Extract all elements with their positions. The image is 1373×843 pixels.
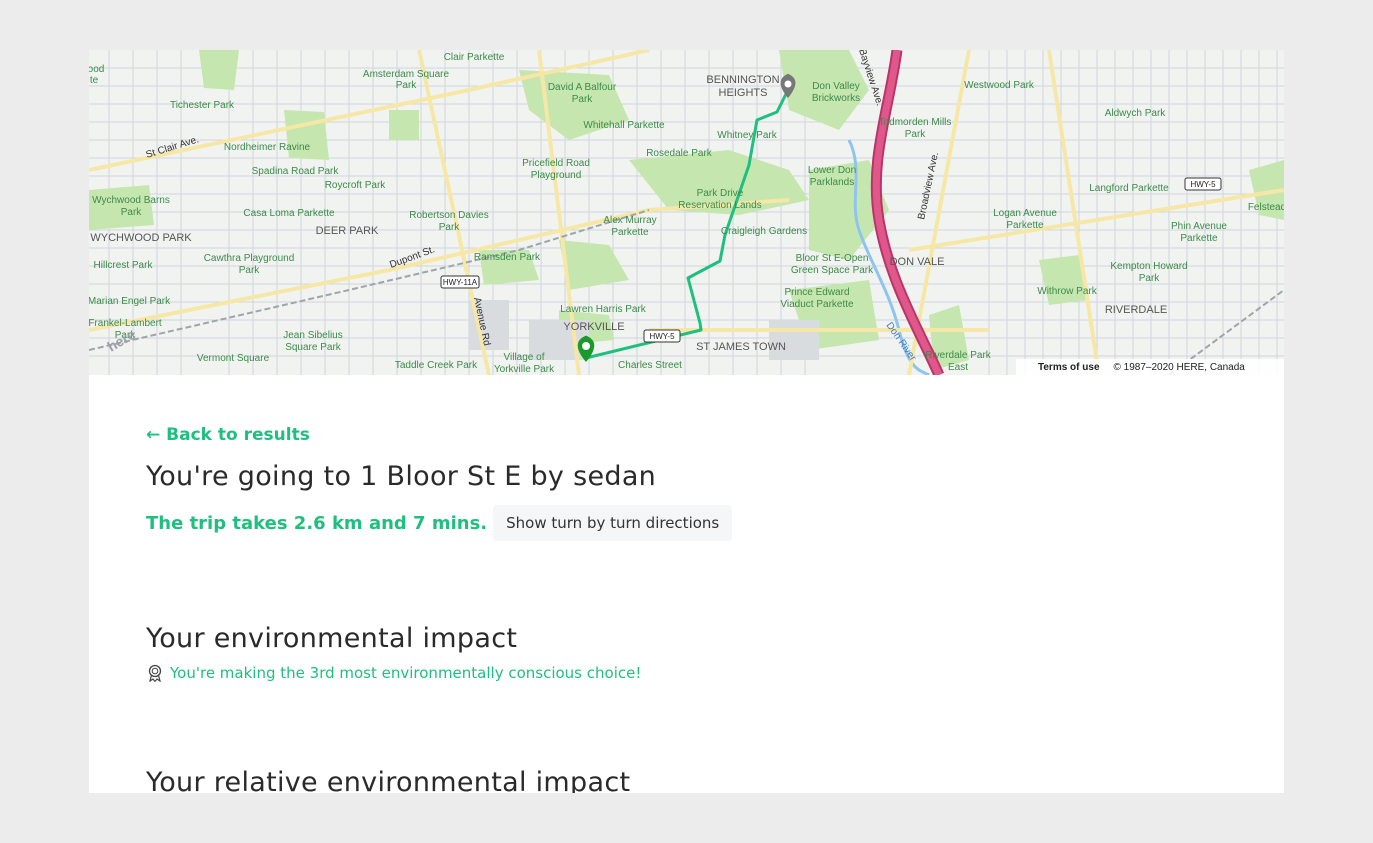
map-label: DEER PARK — [316, 225, 379, 237]
svg-text:HWY-11A: HWY-11A — [443, 278, 478, 287]
map-label: Langford Parkette — [1089, 183, 1169, 194]
environmental-impact-title: Your environmental impact — [146, 623, 518, 654]
map-label: Frankel-Lambert — [89, 318, 162, 329]
map-label: Spadina Road Park — [252, 166, 340, 177]
map-label: Craigleigh Gardens — [721, 226, 807, 237]
map-label: Withrow Park — [1037, 286, 1097, 297]
map-label: Logan Avenue — [993, 208, 1057, 219]
terms-of-use-link[interactable]: Terms of use — [1038, 362, 1100, 373]
award-ribbon-icon — [146, 664, 164, 683]
map-label: Robertson Davies — [409, 210, 488, 221]
map-label: Westwood Park — [964, 80, 1035, 91]
map-canvas[interactable]: HWY-11A HWY-5 HWY-5 Clair Parkette Amste… — [89, 50, 1284, 375]
back-to-results-link[interactable]: ← Back to results — [146, 425, 310, 445]
map-label: Riverdale Park — [925, 350, 992, 361]
map-label: Marian Engel Park — [89, 296, 171, 307]
map-label: Felstead — [1248, 202, 1284, 213]
map-label: Todmorden Mills — [879, 117, 952, 128]
map-label: Whitney Park — [717, 130, 777, 141]
map-label: Lower Don — [808, 165, 856, 176]
map-label: Rosedale Park — [646, 148, 713, 159]
map-label: DON VALE — [890, 256, 945, 268]
map-label: Taddle Creek Park — [395, 360, 478, 371]
map-label: YORKVILLE — [563, 321, 624, 333]
map-label: Park — [396, 80, 418, 91]
map-label: Brickworks — [812, 93, 860, 104]
map-label: Whitehall Parkette — [583, 120, 665, 131]
map-label: Clair Parkette — [444, 52, 505, 63]
map-label: East — [948, 362, 968, 373]
map-label: Charles Street — [618, 360, 682, 371]
map-label: David A Balfour — [548, 82, 617, 93]
map-label: Village of — [504, 352, 545, 363]
map-label: Casa Loma Parkette — [243, 208, 335, 219]
map-label: Park — [1139, 273, 1161, 284]
hwy-11a-shield: HWY-11A — [440, 275, 480, 289]
map-label: Vermont Square — [197, 353, 270, 364]
map-label: HEIGHTS — [719, 87, 768, 99]
map-label: Park — [572, 94, 594, 105]
map-label: RIVERDALE — [1105, 304, 1167, 316]
hwy-5-shield-center: HWY-5 — [643, 329, 681, 343]
map-label: Jean Sibelius — [283, 330, 342, 341]
map-label: Park Drive — [697, 188, 744, 199]
map-label: Nordheimer Ravine — [224, 142, 311, 153]
map-label: Amsterdam Square — [363, 69, 450, 80]
map-copyright: © 1987–2020 HERE, Canada — [1113, 361, 1245, 373]
trip-summary: The trip takes 2.6 km and 7 mins. — [146, 512, 488, 534]
map-label: ood — [89, 64, 104, 75]
map-label: Parklands — [810, 177, 854, 188]
map-label: BENNINGTON — [706, 74, 779, 86]
svg-text:HWY-5: HWY-5 — [649, 332, 675, 341]
map-label: Alex Murray — [603, 215, 656, 226]
map-label: Ramsden Park — [474, 252, 541, 263]
impact-rank-note: You're making the 3rd most environmental… — [146, 664, 642, 683]
map-label: Kempton Howard — [1110, 261, 1187, 272]
map-label: Don Valley — [812, 81, 860, 92]
map-label: WYCHWOOD PARK — [90, 232, 192, 244]
map-label: Roycroft Park — [325, 180, 387, 191]
map-label: Prince Edward — [784, 287, 849, 298]
impact-note-text: You're making the 3rd most environmental… — [170, 664, 642, 682]
map-label: te — [90, 75, 99, 86]
trip-headline: You're going to 1 Bloor St E by sedan — [146, 461, 657, 492]
map-label: Reservation Lands — [678, 200, 761, 211]
map-label: Wychwood Barns — [92, 195, 170, 206]
show-directions-button[interactable]: Show turn by turn directions — [493, 505, 733, 541]
map-label: Park — [239, 265, 261, 276]
trip-details-card: HWY-11A HWY-5 HWY-5 Clair Parkette Amste… — [89, 50, 1284, 793]
map-label: Viaduct Parkette — [780, 299, 854, 310]
map-label: Lawren Harris Park — [560, 304, 647, 315]
map-label: Parkette — [1006, 220, 1044, 231]
map-label: Park — [439, 222, 461, 233]
relative-impact-title: Your relative environmental impact — [146, 767, 631, 793]
svg-text:HWY-5: HWY-5 — [1190, 180, 1216, 189]
map-label: Yorkville Park — [494, 364, 555, 375]
map-label: Phin Avenue — [1171, 221, 1227, 232]
trip-summary-row: The trip takes 2.6 km and 7 mins. Show t… — [146, 505, 733, 541]
map-label: Aldwych Park — [1105, 108, 1167, 119]
map-label: Park — [121, 207, 143, 218]
map-label: Hillcrest Park — [94, 260, 154, 271]
route-map[interactable]: HWY-11A HWY-5 HWY-5 Clair Parkette Amste… — [89, 50, 1284, 375]
map-label: Pricefield Road — [522, 158, 590, 169]
map-label: Cawthra Playground — [204, 253, 295, 264]
map-label: Playground — [531, 170, 582, 181]
hwy-5-shield-east: HWY-5 — [1184, 177, 1222, 191]
map-label: Green Space Park — [791, 265, 874, 276]
map-label: Park — [905, 129, 927, 140]
map-attribution: Terms of use © 1987–2020 HERE, Canada — [1016, 359, 1284, 375]
map-label: ST JAMES TOWN — [696, 341, 786, 353]
map-label: Tichester Park — [170, 100, 235, 111]
map-label: Parkette — [1180, 233, 1218, 244]
map-label: Square Park — [285, 342, 342, 353]
map-label: Bloor St E-Open — [796, 253, 869, 264]
map-label: Parkette — [611, 227, 649, 238]
